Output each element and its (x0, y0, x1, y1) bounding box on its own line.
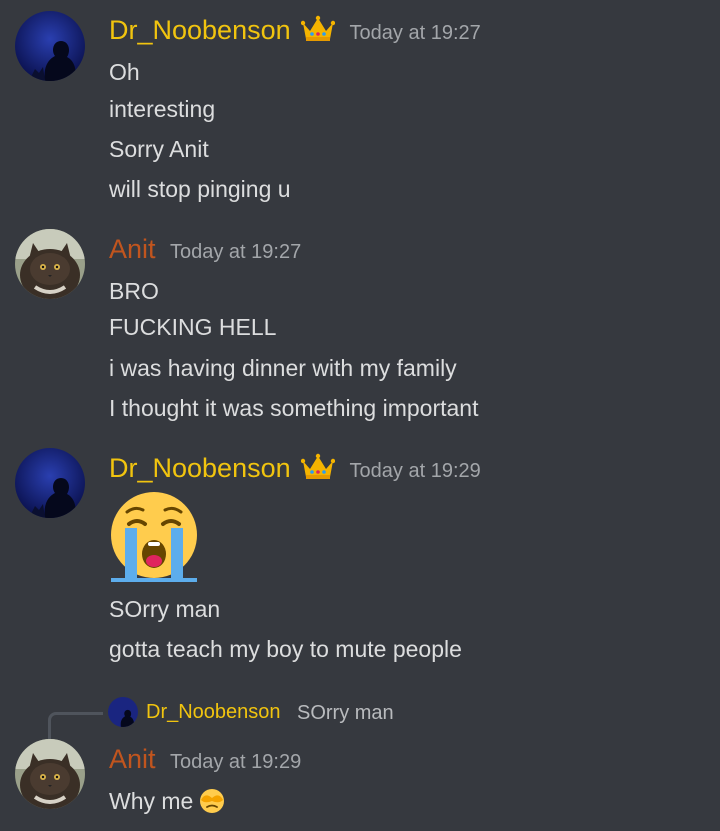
avatar[interactable] (15, 11, 85, 81)
message-text: Sorry Anit (109, 136, 209, 162)
reply-preview[interactable]: SOrry man (297, 702, 394, 725)
message-text: interesting (109, 96, 216, 122)
avatar[interactable] (15, 448, 85, 518)
message-text: Why me (109, 788, 225, 820)
reply-author[interactable]: Dr_Noobenson (146, 701, 281, 724)
timestamp: Today at 19:29 (169, 751, 302, 773)
username[interactable]: Dr_Noobenson (109, 15, 291, 45)
message-text: will stop pinging u (109, 176, 291, 202)
crown-icon (300, 15, 336, 48)
loudly-crying-face-icon[interactable] (107, 490, 201, 589)
message-text: BRO (109, 278, 159, 304)
face-covering-eyes-icon[interactable] (199, 788, 225, 820)
crown-icon (300, 453, 336, 486)
username[interactable]: Dr_Noobenson (109, 453, 291, 483)
username[interactable]: Anit (109, 234, 156, 264)
reply-avatar[interactable] (108, 697, 138, 727)
timestamp: Today at 19:29 (349, 460, 481, 482)
message-text: I thought it was something important (109, 395, 479, 421)
message-text: gotta teach my boy to mute people (109, 636, 462, 662)
avatar[interactable] (15, 229, 85, 299)
message-text: SOrry man (109, 596, 221, 622)
reply-spine (48, 712, 103, 739)
avatar[interactable] (15, 739, 85, 809)
message-text-content: Why me (109, 788, 194, 814)
timestamp: Today at 19:27 (169, 241, 302, 263)
message-text: Oh (109, 59, 140, 85)
message-text: i was having dinner with my family (109, 355, 457, 381)
message-text: FUCKING HELL (109, 314, 277, 340)
username[interactable]: Anit (109, 744, 156, 774)
timestamp: Today at 19:27 (349, 22, 481, 44)
